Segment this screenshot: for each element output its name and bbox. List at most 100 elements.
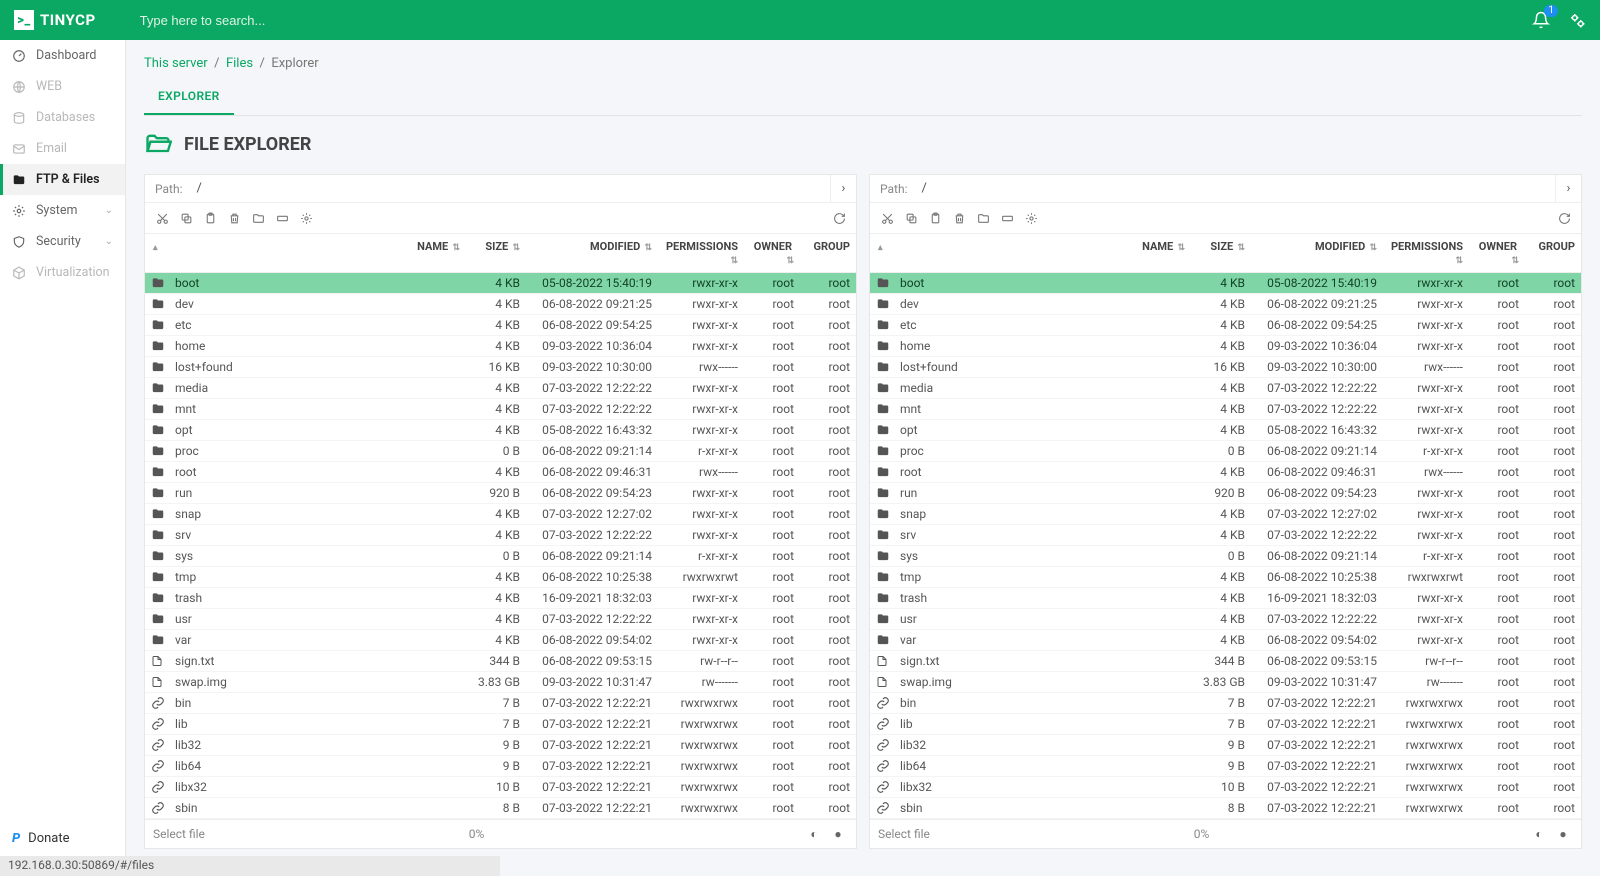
sort-indicator[interactable]: ▴ [870, 237, 894, 269]
breadcrumb-server[interactable]: This server [144, 56, 208, 71]
table-row[interactable]: snap 4 KB 07-03-2022 12:27:02 rwxr-xr-x … [145, 504, 856, 525]
refresh-button[interactable] [828, 207, 850, 229]
table-row[interactable]: tmp 4 KB 06-08-2022 10:25:38 rwxrwxrwt r… [145, 567, 856, 588]
table-row[interactable]: sys 0 B 06-08-2022 09:21:14 r-xr-xr-x ro… [145, 546, 856, 567]
sidebar-item-system[interactable]: System⌄ [0, 195, 125, 226]
table-row[interactable]: srv 4 KB 07-03-2022 12:22:22 rwxr-xr-x r… [870, 525, 1581, 546]
settings-button[interactable] [1568, 11, 1586, 29]
table-row[interactable]: lib64 9 B 07-03-2022 12:22:21 rwxrwxrwx … [870, 756, 1581, 777]
table-row[interactable]: proc 0 B 06-08-2022 09:21:14 r-xr-xr-x r… [145, 441, 856, 462]
refresh-button[interactable] [1553, 207, 1575, 229]
table-row[interactable]: tmp 4 KB 06-08-2022 10:25:38 rwxrwxrwt r… [870, 567, 1581, 588]
col-size[interactable]: SIZE ⇅ [466, 237, 526, 269]
col-permissions[interactable]: PERMISSIONS ⇅ [1383, 237, 1469, 269]
rename-button[interactable] [271, 207, 293, 229]
footer-action-2[interactable]: ● [828, 824, 848, 844]
path-go-button[interactable]: › [1555, 175, 1581, 202]
table-row[interactable]: sbin 8 B 07-03-2022 12:22:21 rwxrwxrwx r… [870, 798, 1581, 819]
table-row[interactable]: swap.img 3.83 GB 09-03-2022 10:31:47 rw-… [870, 672, 1581, 693]
table-row[interactable]: lib32 9 B 07-03-2022 12:22:21 rwxrwxrwx … [870, 735, 1581, 756]
table-row[interactable]: libx32 10 B 07-03-2022 12:22:21 rwxrwxrw… [145, 777, 856, 798]
table-row[interactable]: opt 4 KB 05-08-2022 16:43:32 rwxr-xr-x r… [145, 420, 856, 441]
copy-button[interactable] [175, 207, 197, 229]
table-row[interactable]: usr 4 KB 07-03-2022 12:22:22 rwxr-xr-x r… [870, 609, 1581, 630]
notifications-button[interactable]: 1 [1532, 11, 1550, 29]
file-list[interactable]: boot 4 KB 05-08-2022 15:40:19 rwxr-xr-x … [145, 273, 856, 819]
table-row[interactable]: mnt 4 KB 07-03-2022 12:22:22 rwxr-xr-x r… [870, 399, 1581, 420]
sidebar-item-virtualization[interactable]: Virtualization [0, 257, 125, 288]
table-row[interactable]: boot 4 KB 05-08-2022 15:40:19 rwxr-xr-x … [145, 273, 856, 294]
table-row[interactable]: srv 4 KB 07-03-2022 12:22:22 rwxr-xr-x r… [145, 525, 856, 546]
path-value[interactable]: / [917, 175, 1555, 202]
table-row[interactable]: lost+found 16 KB 09-03-2022 10:30:00 rwx… [870, 357, 1581, 378]
donate-link[interactable]: P Donate [0, 823, 126, 854]
settings-button[interactable] [1020, 207, 1042, 229]
table-row[interactable]: lib32 9 B 07-03-2022 12:22:21 rwxrwxrwx … [145, 735, 856, 756]
table-row[interactable]: usr 4 KB 07-03-2022 12:22:22 rwxr-xr-x r… [145, 609, 856, 630]
cut-button[interactable] [876, 207, 898, 229]
rename-button[interactable] [996, 207, 1018, 229]
newfolder-button[interactable] [972, 207, 994, 229]
col-owner[interactable]: OWNER ⇅ [1469, 237, 1525, 269]
sidebar-item-security[interactable]: Security⌄ [0, 226, 125, 257]
paste-button[interactable] [199, 207, 221, 229]
table-row[interactable]: run 920 B 06-08-2022 09:54:23 rwxr-xr-x … [145, 483, 856, 504]
table-row[interactable]: lost+found 16 KB 09-03-2022 10:30:00 rwx… [145, 357, 856, 378]
table-row[interactable]: run 920 B 06-08-2022 09:54:23 rwxr-xr-x … [870, 483, 1581, 504]
table-row[interactable]: media 4 KB 07-03-2022 12:22:22 rwxr-xr-x… [870, 378, 1581, 399]
table-row[interactable]: swap.img 3.83 GB 09-03-2022 10:31:47 rw-… [145, 672, 856, 693]
col-name[interactable]: NAME ⇅ [894, 237, 1191, 269]
col-group[interactable]: GROUP [800, 237, 856, 269]
tab-explorer[interactable]: EXPLORER [144, 81, 234, 115]
table-row[interactable]: trash 4 KB 16-09-2021 18:32:03 rwxr-xr-x… [870, 588, 1581, 609]
col-owner[interactable]: OWNER ⇅ [744, 237, 800, 269]
path-value[interactable]: / [192, 175, 830, 202]
col-modified[interactable]: MODIFIED ⇅ [526, 237, 658, 269]
logo[interactable]: >_ TINYCP [14, 10, 96, 30]
sort-indicator[interactable]: ▴ [145, 237, 169, 269]
delete-button[interactable] [948, 207, 970, 229]
col-permissions[interactable]: PERMISSIONS ⇅ [658, 237, 744, 269]
sidebar-item-email[interactable]: Email [0, 133, 125, 164]
table-row[interactable]: trash 4 KB 16-09-2021 18:32:03 rwxr-xr-x… [145, 588, 856, 609]
paste-button[interactable] [924, 207, 946, 229]
table-row[interactable]: sign.txt 344 B 06-08-2022 09:53:15 rw-r-… [145, 651, 856, 672]
col-modified[interactable]: MODIFIED ⇅ [1251, 237, 1383, 269]
sidebar-item-ftp-files[interactable]: FTP & Files [0, 164, 125, 195]
table-row[interactable]: sbin 8 B 07-03-2022 12:22:21 rwxrwxrwx r… [145, 798, 856, 819]
footer-action-1[interactable]: ◐ [1529, 824, 1549, 844]
copy-button[interactable] [900, 207, 922, 229]
table-row[interactable]: lib 7 B 07-03-2022 12:22:21 rwxrwxrwx ro… [870, 714, 1581, 735]
table-row[interactable]: root 4 KB 06-08-2022 09:46:31 rwx------ … [145, 462, 856, 483]
table-row[interactable]: dev 4 KB 06-08-2022 09:21:25 rwxr-xr-x r… [145, 294, 856, 315]
table-row[interactable]: snap 4 KB 07-03-2022 12:27:02 rwxr-xr-x … [870, 504, 1581, 525]
table-row[interactable]: etc 4 KB 06-08-2022 09:54:25 rwxr-xr-x r… [870, 315, 1581, 336]
path-go-button[interactable]: › [830, 175, 856, 202]
delete-button[interactable] [223, 207, 245, 229]
newfolder-button[interactable] [247, 207, 269, 229]
cut-button[interactable] [151, 207, 173, 229]
table-row[interactable]: dev 4 KB 06-08-2022 09:21:25 rwxr-xr-x r… [870, 294, 1581, 315]
table-row[interactable]: media 4 KB 07-03-2022 12:22:22 rwxr-xr-x… [145, 378, 856, 399]
file-list[interactable]: boot 4 KB 05-08-2022 15:40:19 rwxr-xr-x … [870, 273, 1581, 819]
table-row[interactable]: home 4 KB 09-03-2022 10:36:04 rwxr-xr-x … [870, 336, 1581, 357]
table-row[interactable]: mnt 4 KB 07-03-2022 12:22:22 rwxr-xr-x r… [145, 399, 856, 420]
table-row[interactable]: proc 0 B 06-08-2022 09:21:14 r-xr-xr-x r… [870, 441, 1581, 462]
table-row[interactable]: sign.txt 344 B 06-08-2022 09:53:15 rw-r-… [870, 651, 1581, 672]
table-row[interactable]: home 4 KB 09-03-2022 10:36:04 rwxr-xr-x … [145, 336, 856, 357]
table-row[interactable]: opt 4 KB 05-08-2022 16:43:32 rwxr-xr-x r… [870, 420, 1581, 441]
col-name[interactable]: NAME ⇅ [169, 237, 466, 269]
footer-action-2[interactable]: ● [1553, 824, 1573, 844]
col-size[interactable]: SIZE ⇅ [1191, 237, 1251, 269]
table-row[interactable]: boot 4 KB 05-08-2022 15:40:19 rwxr-xr-x … [870, 273, 1581, 294]
table-row[interactable]: var 4 KB 06-08-2022 09:54:02 rwxr-xr-x r… [145, 630, 856, 651]
sidebar-item-databases[interactable]: Databases [0, 102, 125, 133]
table-row[interactable]: lib 7 B 07-03-2022 12:22:21 rwxrwxrwx ro… [145, 714, 856, 735]
sidebar-item-dashboard[interactable]: Dashboard [0, 40, 125, 71]
table-row[interactable]: libx32 10 B 07-03-2022 12:22:21 rwxrwxrw… [870, 777, 1581, 798]
table-row[interactable]: var 4 KB 06-08-2022 09:54:02 rwxr-xr-x r… [870, 630, 1581, 651]
table-row[interactable]: etc 4 KB 06-08-2022 09:54:25 rwxr-xr-x r… [145, 315, 856, 336]
search-input[interactable] [140, 13, 540, 28]
table-row[interactable]: sys 0 B 06-08-2022 09:21:14 r-xr-xr-x ro… [870, 546, 1581, 567]
col-group[interactable]: GROUP [1525, 237, 1581, 269]
